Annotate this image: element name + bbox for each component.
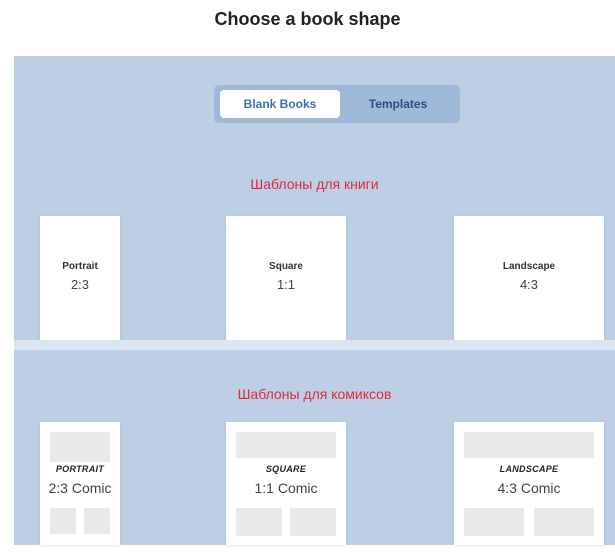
card-name: Portrait [62,261,98,272]
tab-templates[interactable]: Templates [342,90,454,118]
comic-card-portrait[interactable]: PORTRAIT 2:3 Comic [40,422,120,545]
panel-placeholder [236,508,282,536]
card-name: Square [269,261,303,272]
book-type-toggle: Blank Books Templates [214,85,460,123]
books-section-label: Шаблоны для книги [250,176,379,192]
book-card-portrait[interactable]: Portrait 2:3 [40,216,120,340]
comic-card-square[interactable]: SQUARE 1:1 Comic [226,422,346,545]
panel-placeholder [534,508,594,536]
tab-blank-books[interactable]: Blank Books [220,90,340,118]
panel-placeholder [464,432,594,458]
panel-placeholder [236,432,336,458]
card-name: PORTRAIT [55,464,105,474]
book-card-landscape[interactable]: Landscape 4:3 [454,216,604,340]
shelf-divider [14,340,615,350]
panel-placeholder [290,508,336,536]
card-ratio: 4:3 [519,277,539,292]
comics-section-label: Шаблоны для комиксов [237,386,392,402]
card-ratio: 1:1 Comic [254,480,318,496]
card-ratio: 1:1 [276,277,296,292]
card-name: LANDSCAPE [499,464,559,474]
panel-placeholder [84,508,110,534]
card-ratio: 2:3 Comic [48,480,112,496]
card-name: SQUARE [265,464,307,474]
book-card-square[interactable]: Square 1:1 [226,216,346,340]
card-ratio: 2:3 [70,277,90,292]
comic-shapes-panel: Шаблоны для комиксов PORTRAIT 2:3 Comic … [14,350,615,545]
page-title: Choose a book shape [214,9,401,29]
panel-placeholder [50,508,76,534]
panel-placeholder [50,432,110,462]
book-shapes-panel: Blank Books Templates Шаблоны для книги … [14,56,615,340]
comic-card-landscape[interactable]: LANDSCAPE 4:3 Comic [454,422,604,545]
card-name: Landscape [502,261,556,272]
panel-placeholder [464,508,524,536]
card-ratio: 4:3 Comic [497,480,561,496]
